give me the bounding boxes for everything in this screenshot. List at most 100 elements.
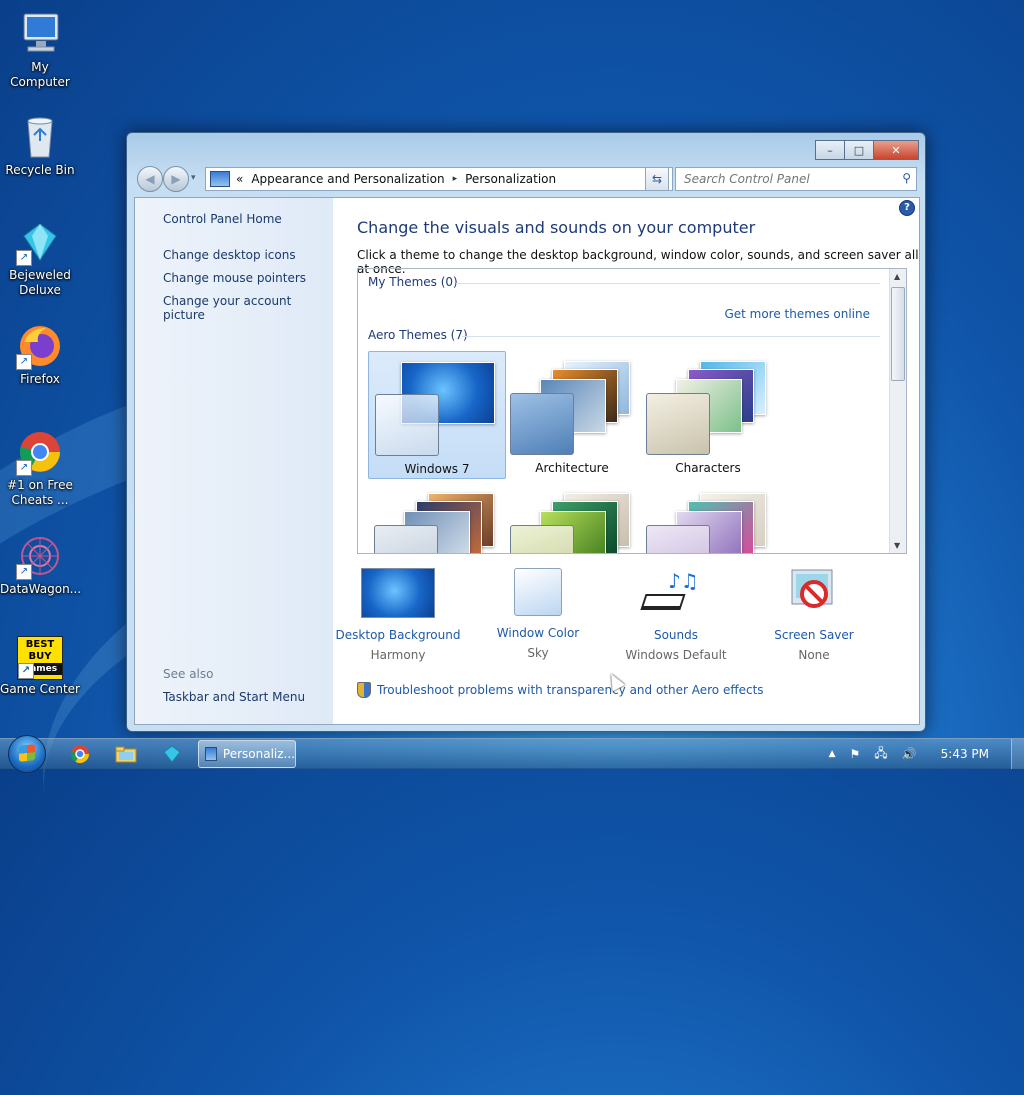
forward-button[interactable]: ▶ xyxy=(163,166,189,192)
window-color-preview xyxy=(510,525,574,553)
firefox-icon: ↗ xyxy=(16,322,64,370)
start-button[interactable] xyxy=(8,735,46,773)
shortcut-arrow-icon: ↗ xyxy=(16,460,32,476)
theme-tile-nature[interactable] xyxy=(504,483,640,553)
desktop-background-icon xyxy=(361,568,435,618)
chrome-icon xyxy=(71,745,89,764)
theme-list-scrollbar[interactable]: ▲ ▼ xyxy=(889,269,906,553)
action-center-icon[interactable]: ⚑ xyxy=(850,747,861,761)
window-color-preview xyxy=(646,525,710,553)
main-pane: ? Change the visuals and sounds on your … xyxy=(333,198,919,724)
recent-pages-chevron-icon[interactable]: ▾ xyxy=(191,173,196,183)
desktop-icon-game-center[interactable]: BEST BUY Games ↗ Game Center xyxy=(0,636,80,697)
breadcrumb-separator-icon[interactable]: ▸ xyxy=(453,174,458,184)
desktop-icon-bejeweled[interactable]: ↗ Bejeweled Deluxe xyxy=(0,218,80,298)
chrome-icon: ↗ xyxy=(16,428,64,476)
control-panel-icon xyxy=(210,171,230,187)
search-box[interactable]: ⚲ xyxy=(675,167,917,191)
taskbar: Personaliz... ▲ ⚑ 🖧 🔊 5:43 PM xyxy=(0,735,1024,773)
change-mouse-pointers-link[interactable]: Change mouse pointers xyxy=(163,271,306,285)
refresh-icon: ⇆ xyxy=(651,172,663,186)
change-account-picture-link[interactable]: Change your account picture xyxy=(163,294,333,322)
page-title: Change the visuals and sounds on your co… xyxy=(357,218,756,237)
control-panel-home-link[interactable]: Control Panel Home xyxy=(163,212,282,226)
group-divider xyxy=(462,336,880,337)
theme-tile-architecture[interactable]: Architecture xyxy=(504,351,640,477)
show-desktop-button[interactable] xyxy=(1011,739,1024,769)
help-icon[interactable]: ? xyxy=(899,200,915,216)
best-buy-logo-text: BUY xyxy=(28,651,52,662)
theme-label: Architecture xyxy=(535,461,609,475)
desktop-icon-my-computer[interactable]: My Computer xyxy=(0,10,80,90)
refresh-button[interactable]: ⇆ xyxy=(645,167,669,191)
back-arrow-icon: ◀ xyxy=(145,172,155,186)
recycle-bin-icon xyxy=(16,113,64,161)
address-overflow[interactable]: « xyxy=(236,172,243,186)
theme-list[interactable]: My Themes (0) Get more themes online Aer… xyxy=(357,268,907,554)
taskbar-start-menu-link[interactable]: Taskbar and Start Menu xyxy=(163,690,305,704)
scroll-up-icon[interactable]: ▲ xyxy=(894,272,900,281)
scroll-down-icon[interactable]: ▼ xyxy=(894,541,900,550)
minimize-button[interactable]: – xyxy=(815,140,845,160)
shortcut-arrow-icon: ↗ xyxy=(18,663,34,679)
taskbar-personalization-task[interactable]: Personaliz... xyxy=(198,740,296,768)
screen-saver-option[interactable]: Screen Saver None xyxy=(749,568,879,662)
sounds-icon: ♪♫ xyxy=(640,568,712,618)
network-icon[interactable]: 🖧 xyxy=(874,744,887,765)
theme-tile-characters[interactable]: Characters xyxy=(640,351,776,477)
taskbar-explorer-button[interactable] xyxy=(106,742,146,766)
taskbar-chrome-button[interactable] xyxy=(60,742,100,766)
desktop-icon-label: Game Center xyxy=(0,682,80,696)
window-color-option[interactable]: Window Color Sky xyxy=(473,568,603,660)
desktop-icon-firefox[interactable]: ↗ Firefox xyxy=(0,322,80,387)
clock[interactable]: 5:43 PM xyxy=(941,747,989,761)
forward-arrow-icon: ▶ xyxy=(171,172,181,186)
search-input[interactable] xyxy=(682,169,886,189)
window-content: Control Panel Home Change desktop icons … xyxy=(134,197,920,725)
navigation-bar: ◀ ▶ ▾ « Appearance and Personalization ▸… xyxy=(135,165,917,192)
desktop-icon-datawagon[interactable]: ↗ DataWagon... xyxy=(0,532,82,597)
troubleshoot-aero-label: Troubleshoot problems with transparency … xyxy=(377,683,764,697)
group-divider xyxy=(456,283,880,284)
scroll-thumb[interactable] xyxy=(891,287,905,381)
show-hidden-icons-icon[interactable]: ▲ xyxy=(829,749,836,759)
address-bar[interactable]: « Appearance and Personalization ▸ Perso… xyxy=(205,167,673,191)
breadcrumb-appearance[interactable]: Appearance and Personalization xyxy=(251,172,444,186)
my-themes-heading: My Themes (0) xyxy=(368,275,458,289)
option-value: Harmony xyxy=(370,648,426,662)
desktop-icon-label: DataWagon... xyxy=(0,582,82,596)
window-color-preview xyxy=(510,393,574,455)
taskbar-bejeweled-button[interactable] xyxy=(152,742,192,766)
desktop-background-option[interactable]: Desktop Background Harmony xyxy=(333,568,463,662)
shield-icon xyxy=(357,682,371,698)
breadcrumb-personalization[interactable]: Personalization xyxy=(465,172,556,186)
folder-icon xyxy=(115,746,137,763)
system-tray: ▲ ⚑ 🖧 🔊 5:43 PM xyxy=(829,739,1024,769)
desktop-icon-label: Firefox xyxy=(20,372,60,386)
see-also-heading: See also xyxy=(163,667,214,681)
change-desktop-icons-link[interactable]: Change desktop icons xyxy=(163,248,296,262)
search-icon[interactable]: ⚲ xyxy=(902,171,911,185)
desktop-icon-label: Recycle Bin xyxy=(5,163,75,177)
theme-preview xyxy=(510,357,636,457)
close-button[interactable]: ✕ xyxy=(873,140,919,160)
back-button[interactable]: ◀ xyxy=(137,166,163,192)
game-center-icon: BEST BUY Games ↗ xyxy=(17,636,63,680)
option-value: None xyxy=(798,648,830,662)
theme-settings-row: Desktop Background Harmony Window Color … xyxy=(333,568,919,678)
gem-icon xyxy=(163,745,181,763)
get-more-themes-link[interactable]: Get more themes online xyxy=(724,307,870,321)
theme-tile-windows-7[interactable]: Windows 7 xyxy=(368,351,506,479)
sounds-option[interactable]: ♪♫ Sounds Windows Default xyxy=(611,568,741,662)
theme-tile-landscapes[interactable] xyxy=(368,483,504,553)
troubleshoot-aero-link[interactable]: Troubleshoot problems with transparency … xyxy=(357,682,764,698)
control-panel-icon xyxy=(205,747,217,761)
option-value: Windows Default xyxy=(625,648,727,662)
desktop-icon-recycle-bin[interactable]: Recycle Bin xyxy=(0,113,80,178)
volume-icon[interactable]: 🔊 xyxy=(902,747,917,761)
maximize-button[interactable]: □ xyxy=(844,140,874,160)
left-task-pane: Control Panel Home Change desktop icons … xyxy=(135,198,333,724)
theme-tile-scenes[interactable] xyxy=(640,483,776,553)
theme-preview xyxy=(646,357,772,457)
desktop-icon-chrome[interactable]: ↗ #1 on Free Cheats ... xyxy=(0,428,80,508)
